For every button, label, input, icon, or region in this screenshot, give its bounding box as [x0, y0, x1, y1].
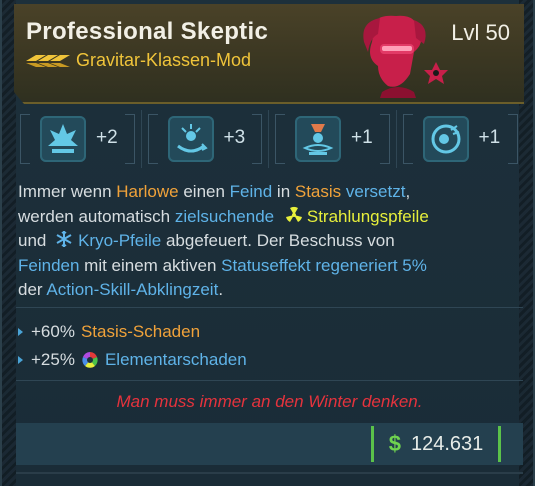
keyword-stasis: Stasis [294, 182, 342, 201]
skill-tree-icon-1 [40, 116, 86, 162]
keyword-strahlungspfeile: Strahlungspfeile [306, 206, 429, 226]
skill-bonus-value: +1 [478, 127, 501, 148]
skill-tree-icon-3 [295, 116, 341, 162]
keyword-statuseffekt: Statuseffekt [221, 255, 311, 275]
keyword-harlowe: Harlowe [116, 182, 179, 201]
skill-tree-icon-2 [167, 116, 214, 162]
harlowe-portrait-icon [363, 15, 448, 98]
item-subtitle: Gravitar-Klassen-Mod [76, 50, 252, 70]
keyword-feind: Feind [229, 182, 273, 201]
description-line-3: und Kryo-Pfeile abgefeuert. Der Beschuss… [18, 231, 395, 250]
skill-tree-icon-4 [422, 116, 469, 162]
bullet-arrow-icon [18, 356, 23, 364]
divider [16, 380, 523, 381]
stat-bullets: +60% Stasis-Schaden +25% Elementarschade… [18, 318, 518, 374]
description-line-5: der Action-Skill-Abklingzeit. [18, 280, 224, 299]
item-title: Professional Skeptic [26, 18, 269, 45]
description-line-2: werden automatisch zielsuchende Strahlun… [18, 206, 429, 226]
bullet-arrow-icon [18, 328, 23, 336]
skill-bonus-2[interactable]: +3 [142, 110, 269, 168]
item-header: Professional Skeptic Lvl 50 Gravitar-Kla… [14, 4, 524, 104]
price-bar: $ 124.631 [16, 423, 523, 465]
stat-bullet: +25% Elementarschaden [18, 346, 518, 374]
left-rail-decoration [2, 0, 16, 486]
skill-bonus-3[interactable]: +1 [269, 110, 397, 168]
flavor-text: Man muss immer an den Winter denken. [116, 392, 423, 411]
skill-bonus-value: +3 [223, 127, 246, 148]
keyword-feinden: Feinden [18, 255, 80, 275]
currency-icon: $ [388, 431, 401, 456]
description-line-4: Feinden mit einem aktiven Statuseffekt r… [18, 255, 427, 275]
skill-bonus-value: +1 [351, 127, 373, 148]
skill-bonus-4[interactable]: +1 [397, 110, 525, 168]
stat-label: Stasis-Schaden [80, 322, 201, 341]
description-line-1: Immer wenn Harlowe einen Feind in Stasis… [18, 182, 411, 201]
skill-bonus-row: +2 +3 +1 +1 [14, 110, 524, 168]
skill-bonus-1[interactable]: +2 [14, 110, 142, 168]
keyword-zielsuchende: zielsuchende [174, 206, 275, 226]
stat-percent: +25% [31, 350, 75, 369]
item-level: Lvl 50 [451, 20, 510, 45]
stat-bullet: +60% Stasis-Schaden [18, 318, 518, 346]
elemental-icon [82, 352, 98, 368]
snowflake-icon [56, 231, 72, 247]
keyword-abklingzeit: Action-Skill-Abklingzeit [46, 280, 219, 299]
divider [16, 472, 523, 474]
skill-bonus-value: +2 [96, 127, 118, 148]
keyword-versetzt: versetzt [345, 182, 406, 201]
divider [16, 307, 523, 308]
stat-percent: +60% [31, 322, 75, 341]
price-box: $ 124.631 [371, 426, 501, 462]
item-card: Professional Skeptic Lvl 50 Gravitar-Kla… [0, 0, 535, 486]
keyword-kryo-pfeile: Kryo-Pfeile [78, 231, 162, 250]
price-value: 124.631 [410, 432, 484, 455]
stat-label: Elementarschaden [104, 350, 247, 369]
rarity-chevron-icon [26, 55, 70, 67]
radiation-icon [285, 206, 302, 222]
keyword-regeneriert: regeneriert 5% [315, 255, 427, 275]
item-description: Immer wenn Harlowe einen Feind in Stasis… [18, 180, 523, 303]
